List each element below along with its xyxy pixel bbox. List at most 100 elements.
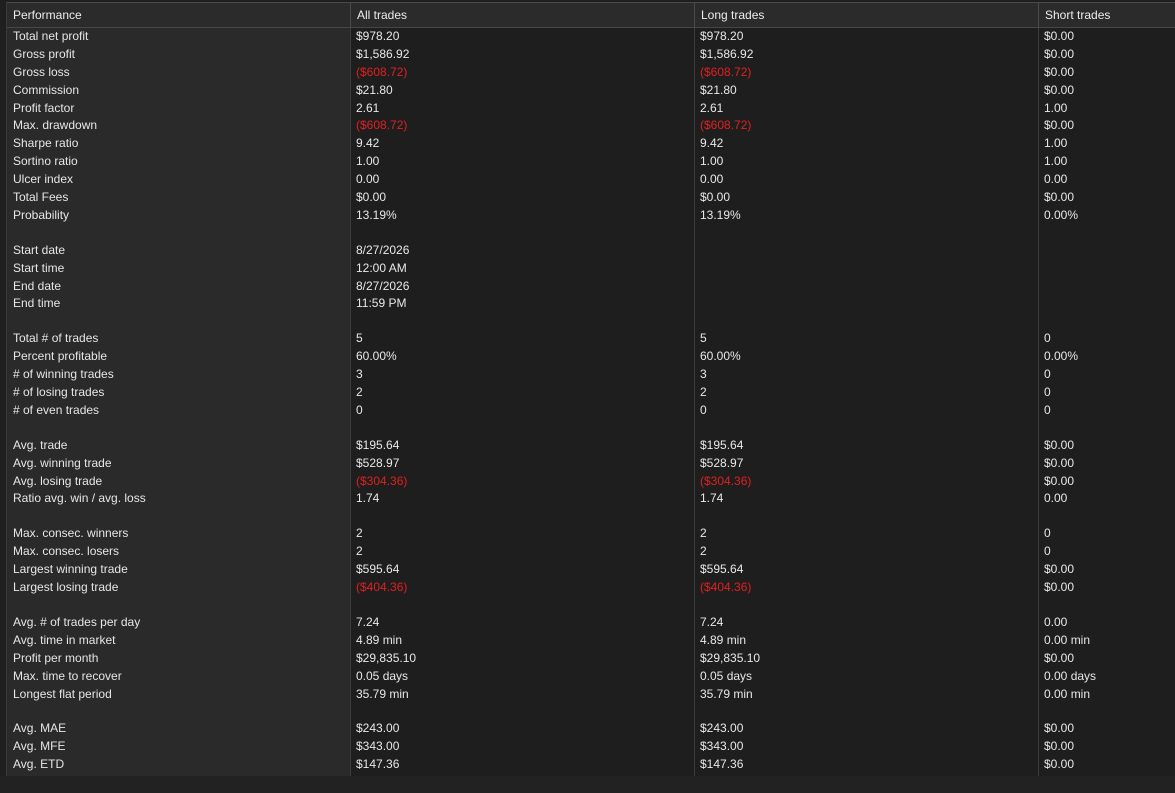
long-trades-value: $528.97 — [700, 455, 744, 470]
long-trades-value: 2.61 — [700, 100, 724, 115]
long-trades-value: $595.64 — [700, 562, 744, 577]
row-label: Total net profit — [13, 29, 89, 43]
all-trades-value: $0.00 — [356, 190, 387, 205]
row-label: Profit factor — [13, 100, 75, 115]
row-label: # of even trades — [13, 402, 100, 417]
long-trades-value: 13.19% — [700, 207, 741, 222]
short-trades-value: $0.00 — [1044, 118, 1075, 133]
all-trades-value: $1,586.92 — [356, 46, 410, 61]
header-long-trades[interactable]: Long trades — [694, 3, 1038, 28]
table-row: Ratio avg. win / avg. loss 1.74 1.74 0.00 — [7, 490, 1175, 508]
table-row: Total # of trades 5 5 0 — [7, 330, 1175, 348]
table-row: Sharpe ratio 9.42 9.42 1.00 — [7, 135, 1175, 153]
row-label: Gross profit — [13, 46, 76, 61]
long-trades-value: $21.80 — [700, 82, 737, 97]
table-row: Max. consec. losers 2 2 0 — [7, 543, 1175, 561]
short-trades-value: 0 — [1044, 367, 1051, 382]
table-row: End time 11:59 PM — [7, 295, 1175, 313]
table-row: End date 8/27/2026 — [7, 278, 1175, 296]
table-header: Performance All trades Long trades Short… — [7, 2, 1175, 28]
header-all-trades[interactable]: All trades — [350, 3, 694, 28]
row-label: Gross loss — [13, 64, 70, 79]
all-trades-value: 60.00% — [356, 349, 397, 364]
long-trades-value: ($304.36) — [700, 473, 752, 488]
row-label: Profit per month — [13, 650, 99, 665]
all-trades-value: ($304.36) — [356, 473, 408, 488]
all-trades-value: 2 — [356, 544, 363, 559]
short-trades-value: 0.00 days — [1044, 668, 1097, 683]
short-trades-value: 0 — [1044, 331, 1051, 346]
row-label: Avg. MFE — [13, 739, 66, 754]
short-trades-value: 1.00 — [1044, 136, 1068, 151]
table-row: Avg. time in market 4.89 min 4.89 min 0.00 … — [7, 632, 1175, 650]
all-trades-value: 8/27/2026 — [356, 278, 410, 293]
all-trades-value: $195.64 — [356, 437, 400, 452]
all-trades-value: ($608.72) — [356, 118, 408, 133]
all-trades-value: 2.61 — [356, 100, 380, 115]
row-label: Avg. losing trade — [13, 473, 103, 488]
short-trades-value: 0 — [1044, 526, 1051, 541]
table-row: Total net profit $978.20 $978.20 $0.00 — [7, 28, 1175, 46]
table-row: Profit factor 2.61 2.61 1.00 — [7, 100, 1175, 118]
table-row: Ulcer index 0.00 0.00 0.00 — [7, 171, 1175, 189]
short-trades-value: $0.00 — [1044, 82, 1075, 97]
long-trades-value: 4.89 min — [700, 632, 747, 647]
long-trades-value: ($608.72) — [700, 118, 752, 133]
table-row: Max. drawdown ($608.72) ($608.72) $0.00 — [7, 117, 1175, 135]
row-label: Sortino ratio — [13, 154, 78, 169]
long-trades-value: $243.00 — [700, 721, 744, 736]
table-row: Avg. ETD $147.36 $147.36 $0.00 — [7, 756, 1175, 774]
table-row: Avg. # of trades per day 7.24 7.24 0.00 — [7, 614, 1175, 632]
short-trades-value: 0.00 — [1044, 491, 1068, 506]
table-row: Profit per month $29,835.10 $29,835.10 $0.0… — [7, 650, 1175, 668]
header-performance[interactable]: Performance — [7, 3, 350, 28]
row-label: Ulcer index — [13, 172, 74, 187]
long-trades-value: 0.00 — [700, 172, 724, 187]
long-trades-value: 5 — [700, 331, 707, 346]
short-trades-value: 0.00% — [1044, 349, 1079, 364]
table-row: Commission $21.80 $21.80 $0.00 — [7, 82, 1175, 100]
all-trades-value: 1.00 — [356, 154, 380, 169]
long-trades-value: 0.05 days — [700, 668, 753, 683]
short-trades-value: $0.00 — [1044, 190, 1075, 205]
table-row: Max. time to recover 0.05 days 0.05 days 0.… — [7, 668, 1175, 686]
all-trades-value: 9.42 — [356, 136, 380, 151]
table-row: Largest losing trade ($404.36) ($404.36) $0… — [7, 579, 1175, 597]
row-label: End time — [13, 296, 61, 311]
table-row: # of winning trades 3 3 0 — [7, 366, 1175, 384]
long-trades-value: 1.00 — [700, 154, 724, 169]
all-trades-value: 1.74 — [356, 491, 380, 506]
long-trades-value: 0 — [700, 402, 707, 417]
table-body: Total net profit $978.20 $978.20 $0.00 Gross… — [7, 28, 1175, 774]
table-row: Largest winning trade $595.64 $595.64 $0.00 — [7, 561, 1175, 579]
row-label: # of losing trades — [13, 385, 105, 400]
all-trades-value: 0.05 days — [356, 668, 409, 683]
long-trades-value: 9.42 — [700, 136, 724, 151]
row-label: Avg. winning trade — [13, 455, 112, 470]
short-trades-value: $0.00 — [1044, 46, 1075, 61]
row-label: Avg. trade — [13, 437, 68, 452]
short-trades-value: $0.00 — [1044, 29, 1075, 43]
short-trades-value: $0.00 — [1044, 721, 1075, 736]
row-label: # of winning trades — [13, 367, 114, 382]
header-short-trades[interactable]: Short trades — [1038, 3, 1175, 28]
row-label: Largest winning trade — [13, 562, 128, 577]
row-label: Ratio avg. win / avg. loss — [13, 491, 146, 506]
all-trades-value: 5 — [356, 331, 363, 346]
row-label: Largest losing trade — [13, 580, 119, 595]
table-row: Gross profit $1,586.92 $1,586.92 $0.00 — [7, 46, 1175, 64]
all-trades-value: $21.80 — [356, 82, 393, 97]
long-trades-value: $0.00 — [700, 190, 731, 205]
row-label: Avg. MAE — [13, 721, 67, 736]
row-label: Sharpe ratio — [13, 136, 79, 151]
all-trades-value: 7.24 — [356, 614, 380, 629]
table-row: Gross loss ($608.72) ($608.72) $0.00 — [7, 64, 1175, 82]
row-label: Longest flat period — [13, 686, 112, 701]
short-trades-value: $0.00 — [1044, 580, 1075, 595]
short-trades-value: 0.00 — [1044, 614, 1068, 629]
short-trades-value: $0.00 — [1044, 739, 1075, 754]
short-trades-value: 0.00 — [1044, 172, 1068, 187]
table-row: Percent profitable 60.00% 60.00% 0.00% — [7, 348, 1175, 366]
